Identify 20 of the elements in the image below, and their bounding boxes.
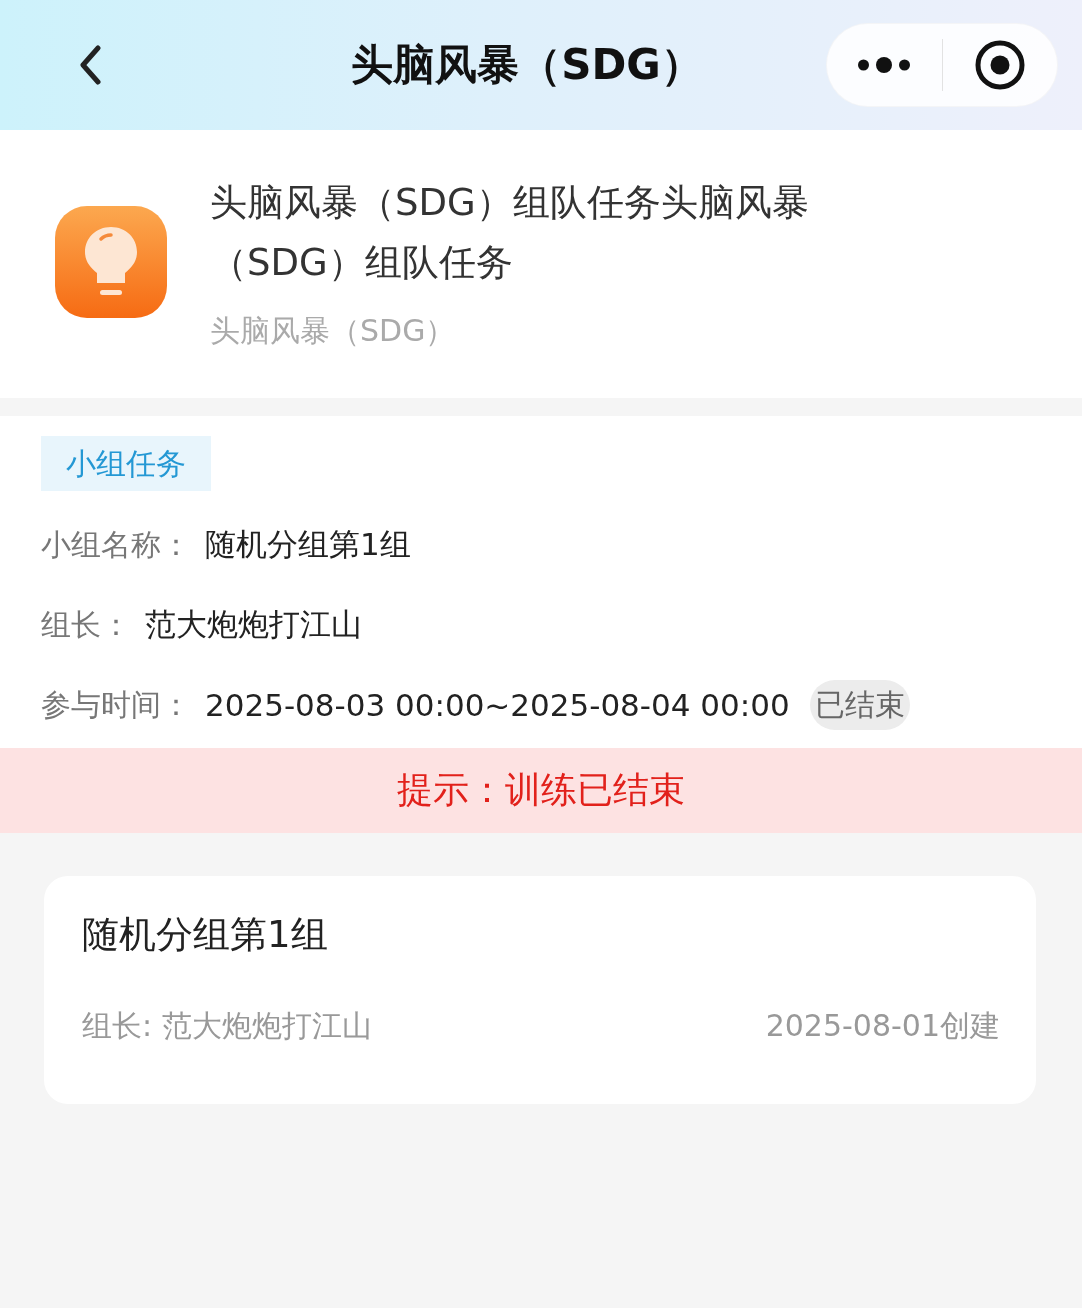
field-label: 参与时间： — [41, 685, 191, 724]
task-title: 头脑风暴（SDG）组队任务头脑风暴（SDG）组队任务 — [210, 180, 810, 286]
field-value: 范大炮炮打江山 — [145, 605, 362, 644]
lightbulb-icon — [55, 206, 167, 318]
page-title: 头脑风暴（SDG） — [351, 39, 703, 91]
field-label: 小组名称： — [41, 525, 191, 564]
field-value: 随机分组第1组 — [205, 525, 411, 564]
field-value: 2025-08-03 00:00~2025-08-04 00:00 — [205, 687, 790, 723]
status-badge: 已结束 — [809, 680, 910, 730]
group-created-date: 2025-08-01创建 — [765, 1007, 1000, 1045]
task-subtitle: 头脑风暴（SDG） — [210, 312, 457, 350]
task-type-tag: 小组任务 — [41, 436, 211, 491]
chevron-left-icon — [78, 45, 102, 85]
group-leader: 组长: 范大炮炮打江山 — [82, 1007, 372, 1045]
notice-text: 提示：训练已结束 — [397, 768, 685, 812]
group-name: 随机分组第1组 — [82, 912, 329, 958]
target-icon — [974, 40, 1025, 90]
group-card[interactable]: 随机分组第1组 组长: 范大炮炮打江山 2025-08-01创建 — [44, 876, 1036, 1104]
more-icon — [858, 57, 911, 73]
field-label: 组长： — [41, 605, 131, 644]
